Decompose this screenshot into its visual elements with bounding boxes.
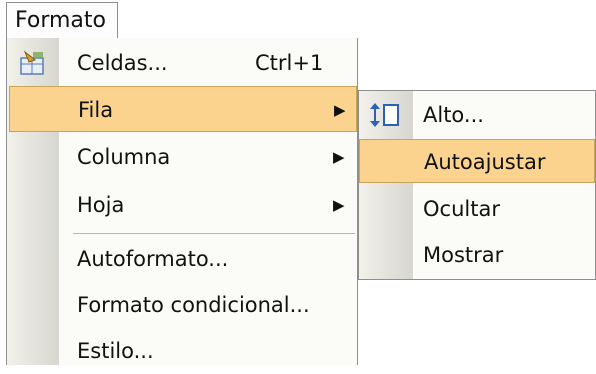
submenu-item-ocultar[interactable]: Ocultar: [359, 187, 595, 231]
menu-item-label: Celdas...: [77, 51, 168, 75]
fila-submenu: Alto... Autoajustar Ocultar Mostrar: [358, 90, 596, 280]
submenu-item-alto[interactable]: Alto...: [359, 93, 595, 137]
menu-item-celdas[interactable]: Celdas... Ctrl+1: [7, 40, 357, 86]
menu-item-shortcut: Ctrl+1: [255, 51, 324, 75]
menu-item-label: Fila: [78, 98, 114, 122]
menu-item-formato-condicional[interactable]: Formato condicional...: [7, 282, 357, 328]
formato-menu: Celdas... Ctrl+1 Fila ▶ Columna ▶ Hoja ▶…: [6, 38, 358, 365]
submenu-arrow-icon: ▶: [333, 148, 345, 166]
menu-item-label: Formato condicional...: [77, 293, 310, 317]
submenu-arrow-icon: ▶: [333, 196, 345, 214]
submenu-item-label: Mostrar: [423, 243, 504, 267]
menu-item-label: Columna: [77, 145, 171, 169]
menu-item-hoja[interactable]: Hoja ▶: [7, 182, 357, 228]
row-height-icon: [370, 103, 399, 127]
submenu-arrow-icon: ▶: [334, 101, 346, 119]
menu-item-columna[interactable]: Columna ▶: [7, 134, 357, 180]
menu-item-fila[interactable]: Fila ▶: [9, 86, 357, 132]
menu-separator: [73, 233, 355, 234]
menu-item-label: Estilo...: [77, 339, 154, 363]
format-cells-icon: [20, 50, 44, 75]
submenu-item-mostrar[interactable]: Mostrar: [359, 233, 595, 277]
submenu-item-label: Autoajustar: [424, 150, 546, 174]
menu-formato-label: Formato: [15, 8, 106, 33]
submenu-item-label: Alto...: [423, 103, 484, 127]
menu-formato[interactable]: Formato: [6, 2, 118, 38]
submenu-item-autoajustar[interactable]: Autoajustar: [359, 139, 595, 183]
menu-item-estilo[interactable]: Estilo...: [7, 328, 357, 374]
menu-item-label: Autoformato...: [77, 247, 229, 271]
menu-item-label: Hoja: [77, 193, 125, 217]
submenu-item-label: Ocultar: [423, 197, 500, 221]
menu-item-autoformato[interactable]: Autoformato...: [7, 236, 357, 282]
